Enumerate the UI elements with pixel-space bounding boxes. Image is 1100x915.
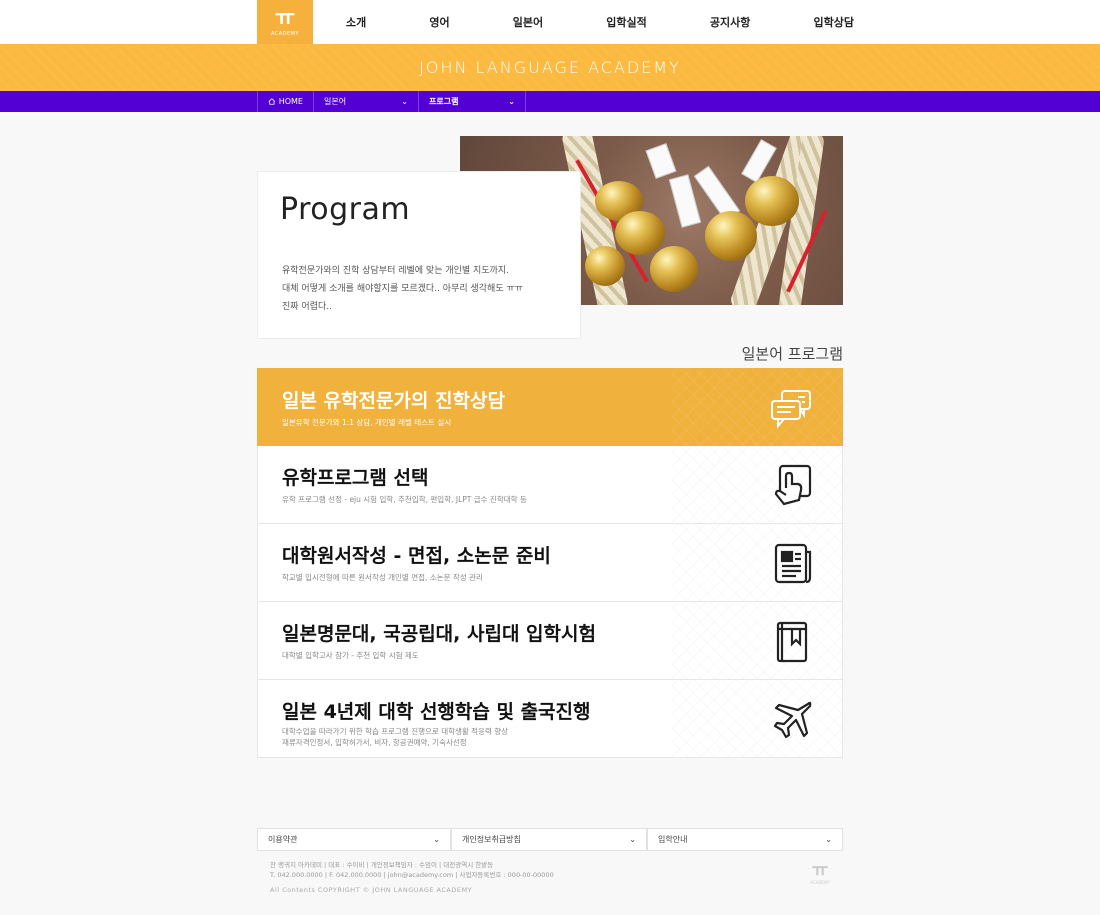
breadcrumb-level2-select[interactable]: 프로그램 ⌄ (418, 91, 526, 112)
program-title: 유학프로그램 선택 (282, 467, 429, 489)
page-banner: JOHN LANGUAGE ACADEMY (0, 44, 1100, 91)
footer-logo-mark: ㅠ (811, 860, 829, 881)
program-list: 일본 유학전문가의 진학상담 일본유학 전문가와 1:1 상담, 개인별 레벨 … (257, 368, 843, 758)
footer-select-label: 개인정보취급방침 (462, 835, 521, 844)
breadcrumb-level1-select[interactable]: 일본어 ⌄ (313, 91, 418, 112)
item-pattern (672, 680, 842, 757)
intro-description: 유학전문가와의 진학 상담부터 레벨에 맞는 개인별 지도까지. 대체 어떻게 … (282, 262, 523, 316)
main-nav: 소개 영어 일본어 입학실적 공지사항 입학상담 (340, 0, 860, 44)
intro-box: Program 유학전문가와의 진학 상담부터 레벨에 맞는 개인별 지도까지.… (257, 171, 581, 339)
top-bar: ㅠ ACADEMY 소개 영어 일본어 입학실적 공지사항 입학상담 (0, 0, 1100, 44)
footer-select-terms[interactable]: 이용약관 ⌄ (257, 828, 451, 851)
program-item-application[interactable]: 대학원서작성 - 면접, 소논문 준비 학교별 입시전형에 따른 원서작성 개인… (257, 524, 843, 602)
footer-select-label: 이용약관 (268, 835, 298, 844)
touch-select-icon (774, 464, 812, 506)
nav-item-results[interactable]: 입학실적 (600, 14, 652, 30)
footer-logo-word: ACADEMY (810, 880, 830, 885)
chevron-down-icon: ⌄ (433, 835, 440, 844)
program-subtitle-line: 대학수업을 따라가기 위한 학습 프로그램 진행으로 대학생활 적응력 향상 (282, 727, 509, 736)
program-subtitle: 대학별 입학고사 참가 - 추천 입학 시험 제도 (282, 651, 419, 660)
document-icon (774, 543, 812, 584)
intro-line: 대체 어떻게 소개를 해야할지를 모르겠다.. 아무리 생각해도 ㅠㅠ (282, 284, 524, 294)
footer-info: 잔 랭귀지 아카데미 | 대표 : 수이비 | 개인정보책임자 : 수엄이 | … (270, 860, 554, 880)
breadcrumb-home[interactable]: HOME (257, 91, 313, 112)
breadcrumb-level2-label: 프로그램 (429, 97, 459, 106)
page-title: Program (280, 192, 411, 227)
footer-logo: ㅠ ACADEMY (808, 860, 832, 886)
footer-info-line: 잔 랭귀지 아카데미 | 대표 : 수이비 | 개인정보책임자 : 수엄이 | … (270, 861, 494, 869)
item-pattern (672, 602, 842, 679)
footer-info-line: T. 042.000.0000 | F. 042.000.0000 | john… (270, 871, 554, 879)
banner-title: JOHN LANGUAGE ACADEMY (419, 58, 681, 77)
site-logo[interactable]: ㅠ ACADEMY (257, 0, 313, 44)
section-title: 일본어 프로그램 (741, 345, 843, 363)
nav-item-japanese[interactable]: 일본어 (507, 14, 549, 30)
program-item-select[interactable]: 유학프로그램 선택 유학 프로그램 선정 - eju 시험 입학, 추천입학, … (257, 446, 843, 524)
program-subtitle-line: 재류자격인정서, 입학허가서, 비자, 항공권예약, 기숙사선정 (282, 738, 467, 747)
chat-bubbles-icon (771, 390, 811, 429)
nav-item-consult[interactable]: 입학상담 (807, 14, 859, 30)
nav-item-notice[interactable]: 공지사항 (704, 14, 756, 30)
page: ㅠ ACADEMY 소개 영어 일본어 입학실적 공지사항 입학상담 JOHN … (0, 0, 1100, 915)
book-icon (776, 621, 808, 663)
home-icon (268, 98, 276, 105)
chevron-down-icon: ⌄ (825, 835, 832, 844)
program-title: 일본명문대, 국공립대, 사립대 입학시험 (282, 623, 596, 645)
chevron-down-icon: ⌄ (629, 835, 636, 844)
breadcrumb-level1-label: 일본어 (324, 97, 347, 106)
logo-mark: ㅠ (274, 5, 296, 31)
program-item-departure[interactable]: 일본 4년제 대학 선행학습 및 출국진행 대학수업을 따라가기 위한 학습 프… (257, 680, 843, 758)
program-subtitle: 학교별 입시전형에 따른 원서작성 개인별 면접, 소논문 작성 관리 (282, 573, 483, 582)
item-pattern (672, 369, 842, 445)
footer-copyright: All Contents COPYRIGHT © JOHN LANGUAGE A… (270, 886, 473, 894)
nav-item-about[interactable]: 소개 (340, 14, 372, 30)
footer-select-privacy[interactable]: 개인정보취급방침 ⌄ (451, 828, 647, 851)
airplane-icon (773, 701, 812, 739)
program-item-consult[interactable]: 일본 유학전문가의 진학상담 일본유학 전문가와 1:1 상담, 개인별 레벨 … (257, 368, 843, 446)
program-item-exam[interactable]: 일본명문대, 국공립대, 사립대 입학시험 대학별 입학고사 참가 - 추천 입… (257, 602, 843, 680)
logo-word: ACADEMY (270, 31, 300, 37)
item-pattern (672, 524, 842, 601)
item-pattern (672, 446, 842, 523)
intro-line: 유학전문가와의 진학 상담부터 레벨에 맞는 개인별 지도까지. (282, 266, 510, 276)
program-subtitle: 일본유학 전문가와 1:1 상담, 개인별 레벨 테스트 실시 (282, 418, 452, 427)
program-title: 일본 4년제 대학 선행학습 및 출국진행 (282, 701, 591, 723)
program-title: 일본 유학전문가의 진학상담 (282, 390, 505, 412)
intro-line: 진짜 어렵다.. (282, 302, 332, 312)
chevron-down-icon: ⌄ (401, 97, 408, 106)
footer-select-admission[interactable]: 입학안내 ⌄ (647, 828, 843, 851)
program-title: 대학원서작성 - 면접, 소논문 준비 (282, 545, 551, 567)
chevron-down-icon: ⌄ (508, 97, 515, 106)
footer-select-label: 입학안내 (658, 835, 688, 844)
breadcrumb: HOME 일본어 ⌄ 프로그램 ⌄ (257, 91, 526, 112)
program-subtitle: 대학수업을 따라가기 위한 학습 프로그램 진행으로 대학생활 적응력 향상 재… (282, 726, 508, 748)
program-subtitle: 유학 프로그램 선정 - eju 시험 입학, 추천입학, 편입학, JLPT … (282, 495, 527, 504)
nav-item-english[interactable]: 영어 (423, 14, 455, 30)
breadcrumb-home-label: HOME (278, 97, 303, 106)
location-bar: HOME 일본어 ⌄ 프로그램 ⌄ (0, 91, 1100, 112)
